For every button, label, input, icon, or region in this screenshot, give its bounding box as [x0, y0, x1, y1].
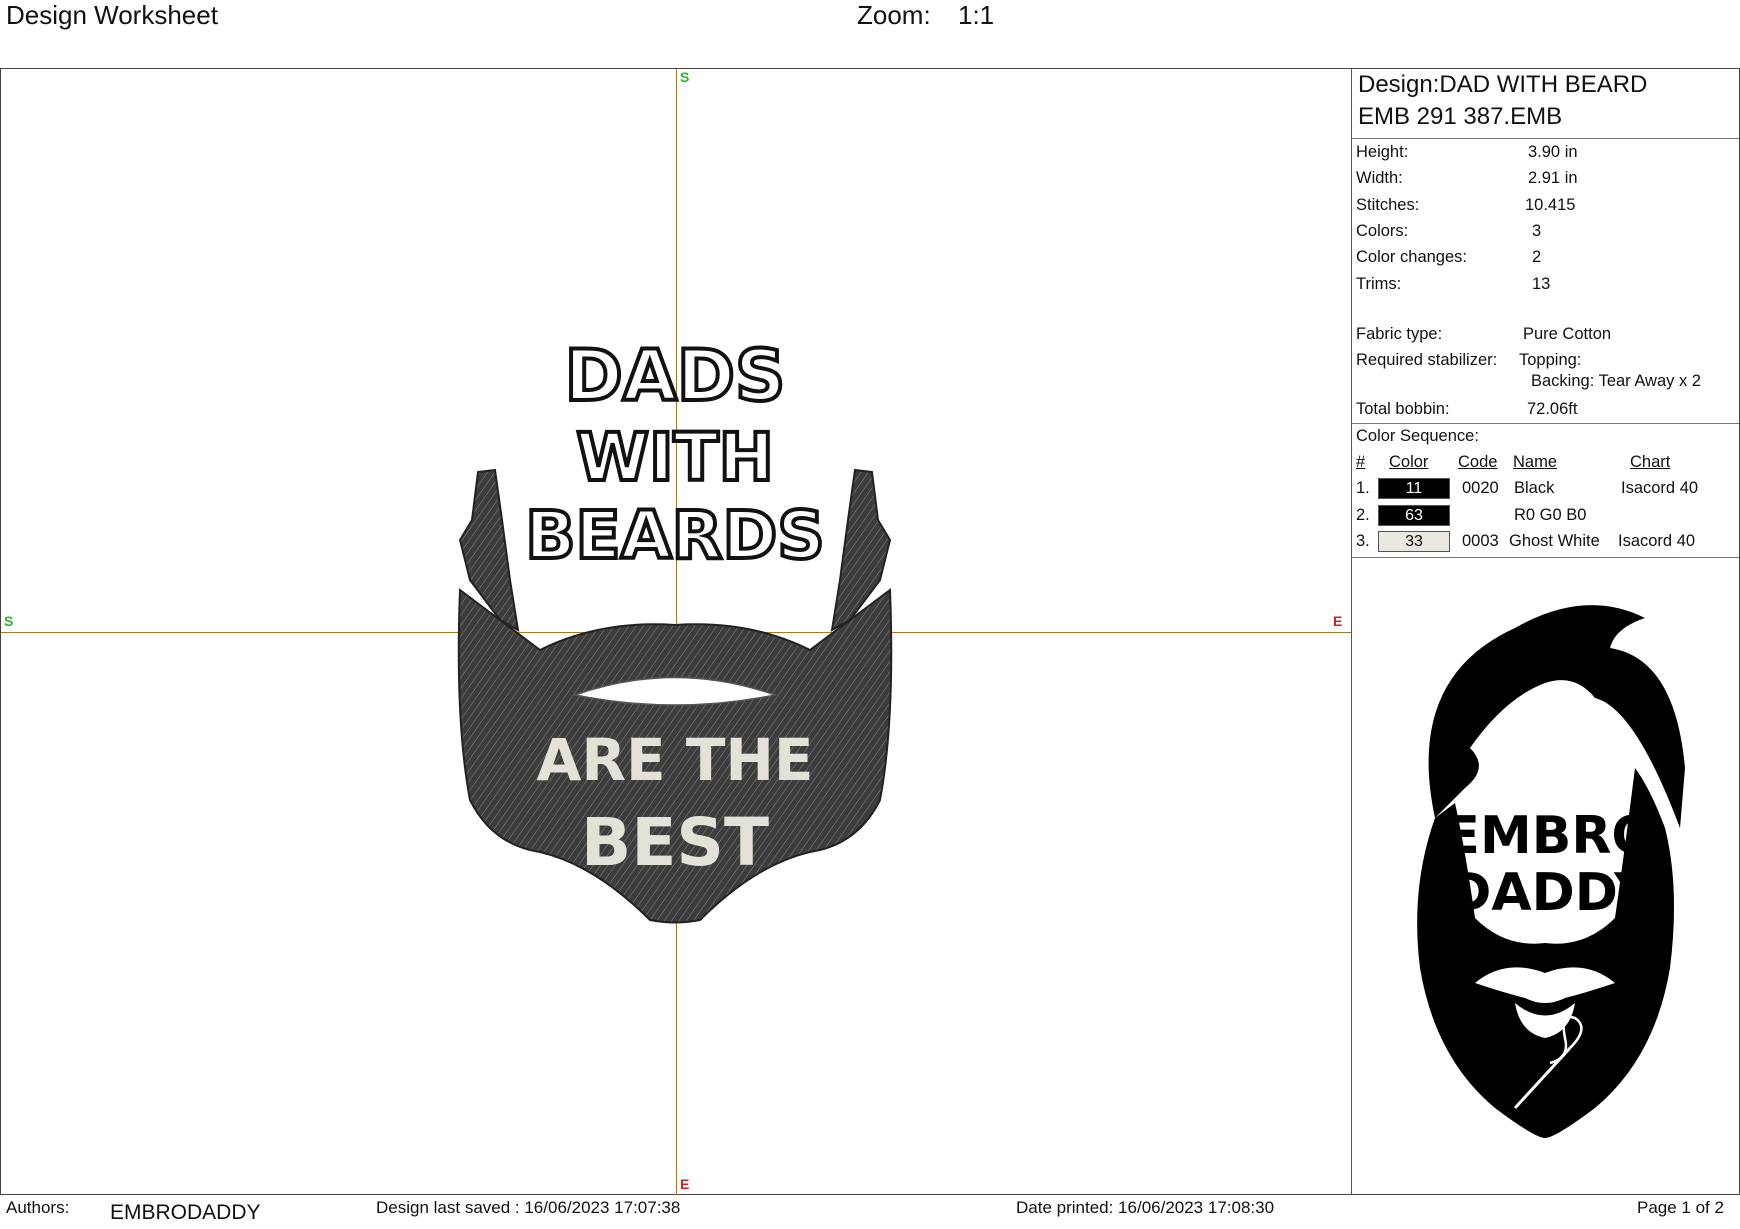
spec-label: Stitches:: [1356, 195, 1420, 214]
preview-line-are-the: ARE THE: [536, 726, 813, 794]
embrodaddy-logo: EMBRO DADDY: [1417, 605, 1685, 1138]
color-swatch: 63: [1378, 504, 1450, 526]
color-sequence-title: Color Sequence:: [1356, 427, 1479, 445]
spec-value: 3.90 in: [1528, 143, 1578, 161]
col-header-code: Code: [1458, 453, 1498, 471]
preview-line-dads: DADS: [565, 335, 786, 417]
design-name: Design:DAD WITH BEARD: [1358, 71, 1648, 98]
spec-label: Colors:: [1356, 221, 1409, 240]
spec-value: 3: [1532, 221, 1542, 240]
color-code: 0020: [1462, 479, 1499, 497]
bottom-axis-end-label: E: [680, 1176, 690, 1192]
spec-label: Color changes:: [1356, 248, 1467, 267]
color-swatch: 33: [1378, 531, 1450, 552]
preview-line-best: BEST: [581, 804, 769, 881]
fabric-label: Fabric type:: [1356, 325, 1443, 343]
color-name: R0 G0 B0: [1514, 505, 1587, 524]
color-row-number: 1.: [1356, 479, 1370, 497]
zoom-value: 1:1: [958, 0, 995, 30]
preview-line-with: WITH: [576, 419, 774, 496]
worksheet-title: Design Worksheet: [6, 0, 218, 30]
color-chart: Isacord 40: [1618, 532, 1696, 550]
authors-label: Authors:: [6, 1198, 70, 1217]
left-axis-start-label: S: [4, 613, 14, 629]
info-separator: [1352, 557, 1739, 558]
bobbin-value: 72.06ft: [1527, 400, 1578, 418]
col-header-num: #: [1356, 453, 1366, 471]
color-row-number: 3.: [1356, 532, 1370, 550]
stabilizer-label: Required stabilizer:: [1356, 351, 1498, 369]
color-code: 0003: [1462, 532, 1499, 550]
spec-value: 10.415: [1525, 195, 1576, 214]
right-axis-end-label: E: [1333, 613, 1343, 629]
color-name: Black: [1514, 479, 1555, 497]
spec-label: Trims:: [1356, 274, 1402, 293]
zoom-label: Zoom:: [857, 0, 931, 30]
spec-label: Height:: [1356, 143, 1409, 161]
bobbin-label: Total bobbin:: [1356, 400, 1450, 418]
col-header-color: Color: [1389, 453, 1429, 471]
backing-value: Backing: Tear Away x 2: [1531, 372, 1701, 390]
color-swatch: 11: [1378, 478, 1450, 499]
fabric-value: Pure Cotton: [1523, 325, 1612, 343]
spec-value: 2: [1532, 248, 1542, 267]
date-printed: Date printed: 16/06/2023 17:08:30: [1016, 1198, 1275, 1217]
color-chart: Isacord 40: [1621, 479, 1699, 497]
design-preview: DADS WITH BEARDS ARE THE BEST: [457, 333, 893, 924]
logo-line-embro: EMBRO: [1444, 806, 1655, 866]
color-name: Ghost White: [1509, 532, 1600, 550]
design-file-name: EMB 291 387.EMB: [1358, 103, 1563, 130]
color-row-number: 2.: [1356, 505, 1370, 524]
spec-label: Width:: [1356, 169, 1403, 188]
col-header-name: Name: [1513, 453, 1558, 471]
logo-line-daddy: DADDY: [1448, 863, 1653, 923]
preview-line-beards: BEARDS: [525, 497, 825, 574]
panel-divider: [1351, 68, 1352, 1195]
top-axis-start-label: S: [680, 69, 690, 85]
authors-value: EMBRODADDY: [110, 1201, 261, 1224]
col-header-chart: Chart: [1630, 453, 1671, 471]
spec-value: 2.91 in: [1528, 169, 1578, 188]
last-saved: Design last saved : 16/06/2023 17:07:38: [376, 1198, 681, 1217]
spec-value: 13: [1532, 274, 1551, 293]
page-number: Page 1 of 2: [1637, 1198, 1724, 1217]
